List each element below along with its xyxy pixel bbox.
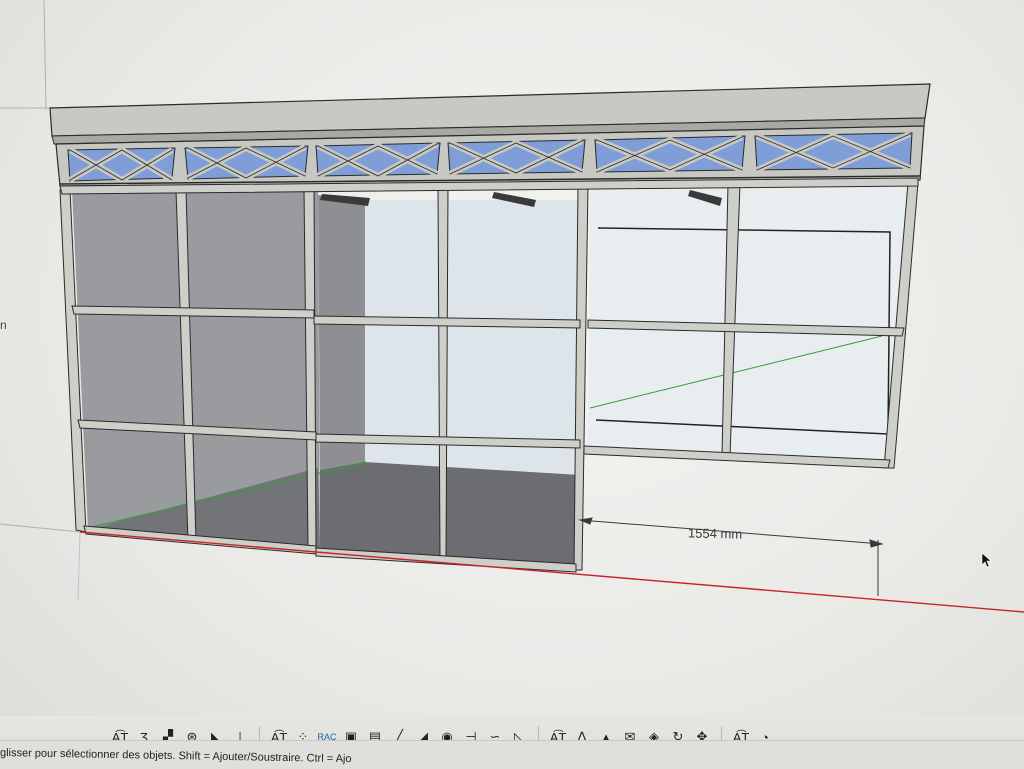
dimension-label[interactable]: 1554 mm (688, 525, 743, 541)
status-text: glisser pour sélectionner des objets. Sh… (0, 747, 352, 766)
model-scene[interactable] (0, 0, 1024, 768)
mouse-pointer-icon (981, 552, 992, 568)
blue-axis-stub (77, 531, 81, 601)
interior-wall-light (365, 200, 580, 475)
status-bar: glisser pour sélectionner des objets. Sh… (0, 740, 1024, 769)
side-panel-letter: n (0, 318, 7, 332)
ground-line-left (0, 523, 81, 533)
guide-line-vertical (43, 0, 47, 111)
interior-wall-dark (318, 195, 365, 470)
model-viewport[interactable]: 1554 mm n (0, 0, 1024, 768)
